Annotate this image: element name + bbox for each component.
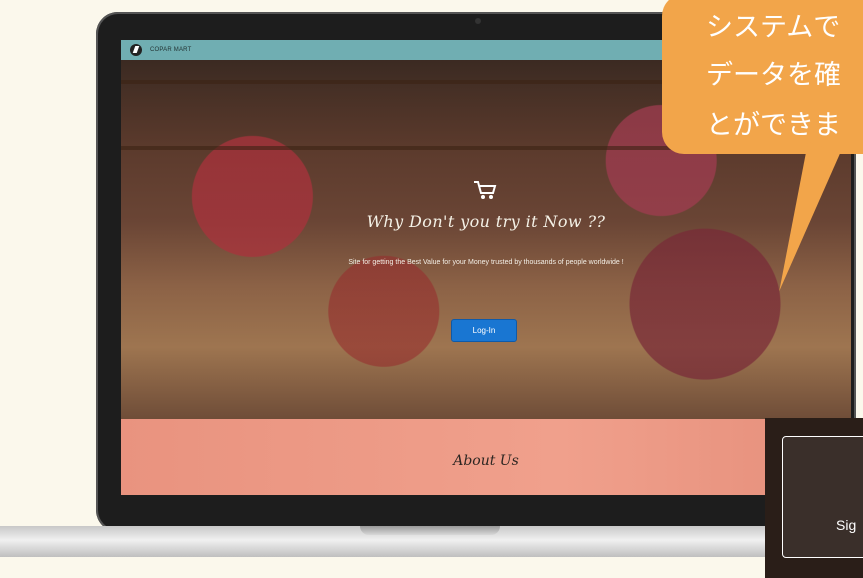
about-title: About Us xyxy=(453,453,519,469)
hero-title: Why Don't you try it Now ?? xyxy=(366,212,606,231)
callout-line: データを確 xyxy=(706,60,841,91)
callout-line: システムで xyxy=(706,12,841,43)
laptop-notch xyxy=(360,526,500,535)
hero-subtitle: Site for getting the Best Value for your… xyxy=(348,259,624,266)
about-section: About Us xyxy=(121,419,851,495)
brand-name[interactable]: COPAR MART xyxy=(150,47,191,53)
signin-popup-box xyxy=(782,436,863,558)
login-button[interactable]: Log-In xyxy=(451,319,517,342)
camera-icon xyxy=(475,18,481,24)
shopping-cart-icon xyxy=(474,181,497,199)
brand-logo-icon[interactable] xyxy=(130,44,142,56)
callout-line: とができま xyxy=(706,110,841,141)
signin-popup-text: Sig xyxy=(836,517,857,533)
